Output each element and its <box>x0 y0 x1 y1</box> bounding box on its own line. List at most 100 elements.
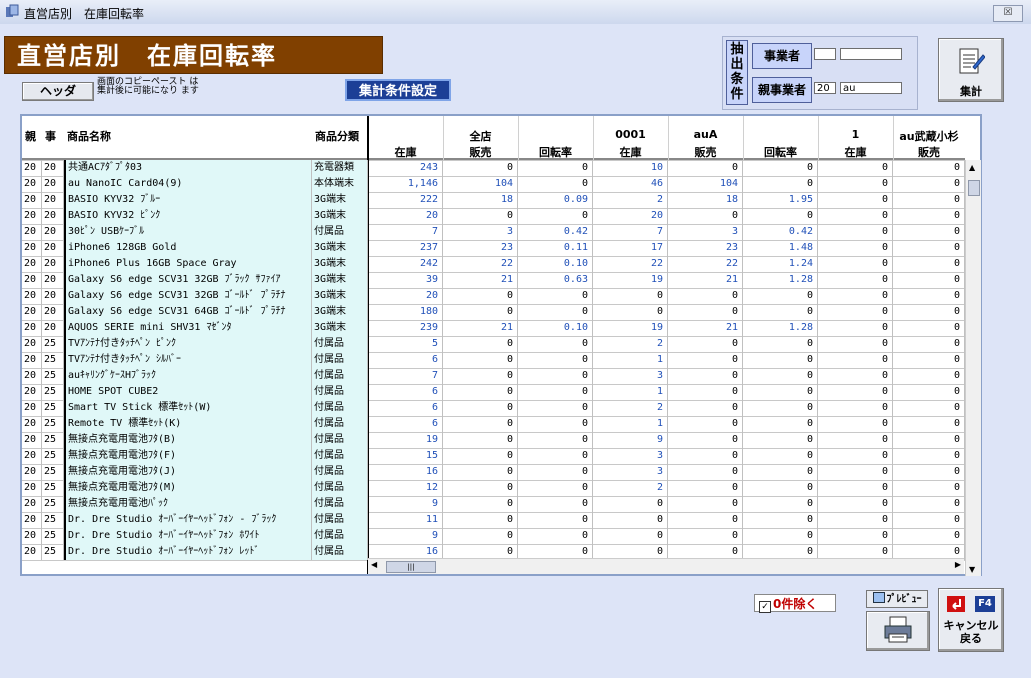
scroll-left-icon[interactable]: ◀ <box>371 560 377 569</box>
column-header[interactable]: 販売 <box>668 144 743 160</box>
window-title: 直営店別 在庫回転率 <box>24 7 145 21</box>
table-cell: 20 <box>42 208 64 224</box>
column-header[interactable]: 親 <box>25 128 42 144</box>
scroll-up-icon[interactable]: ▲ <box>969 163 975 172</box>
table-row[interactable]: 20 20 共通ACｱﾀﾞﾌﾟﾀ03 充電器類 243 0 0 10 0 0 0 0 <box>22 160 965 176</box>
table-cell: 3G端末 <box>312 320 368 336</box>
table-row[interactable]: 20 25 無接点充電用電池ﾊﾟｯｸ 付属品 9 0 0 0 0 0 0 0 <box>22 496 965 512</box>
table-cell: 20 <box>22 368 42 384</box>
table-row[interactable]: 20 25 無接点充電用電池ﾌﾀ(B) 付属品 19 0 0 9 0 0 0 0 <box>22 432 965 448</box>
table-cell: 0 <box>443 352 518 368</box>
column-header[interactable]: 在庫 <box>818 144 893 160</box>
column-header[interactable]: 在庫 <box>593 144 668 160</box>
column-header[interactable]: 販売 <box>893 144 965 160</box>
table-cell: 0 <box>818 480 893 496</box>
table-row[interactable]: 20 25 Dr. Dre Studio ｵｰﾊﾞｰｲﾔｰﾍｯﾄﾞﾌｫﾝ - ﾌﾞﾗ… <box>22 512 965 528</box>
exclude-zero-checkbox[interactable]: ✓ 0件除く <box>754 594 836 613</box>
column-header[interactable]: 在庫 <box>368 144 443 160</box>
column-header[interactable]: 商品分類 <box>315 128 368 144</box>
table-row[interactable]: 20 20 BASIO KYV32 ﾌﾞﾙｰ 3G端末 222 18 0.09 2 18 1.95… <box>22 192 965 208</box>
table-row[interactable]: 20 25 無接点充電用電池ﾌﾀ(F) 付属品 15 0 0 3 0 0 0 0 <box>22 448 965 464</box>
printer-icon <box>884 616 912 643</box>
table-cell: 0 <box>443 208 518 224</box>
table-cell: 20 <box>42 320 64 336</box>
table-cell: 237 <box>368 240 443 256</box>
hscroll-thumb[interactable]: ||| <box>386 561 436 573</box>
table-cell: 0 <box>818 432 893 448</box>
results-grid[interactable]: 親事商品名称 商品分類 在庫 全店 販売 回転率 0001 在庫 auA 販売 回転率 1 在庫 au武蔵… <box>20 114 982 576</box>
table-cell: 0 <box>443 480 518 496</box>
table-row[interactable]: 20 25 無接点充電用電池ﾌﾀ(M) 付属品 12 0 0 2 0 0 0 0 <box>22 480 965 496</box>
table-cell: 0 <box>518 496 593 512</box>
table-row[interactable]: 20 20 BASIO KYV32 ﾋﾟﾝｸ 3G端末 20 0 0 20 0 0 0 0 <box>22 208 965 224</box>
table-row[interactable]: 20 20 Galaxy S6 edge SCV31 32GB ｺﾞｰﾙﾄﾞ ﾌﾟﾗ… <box>22 288 965 304</box>
condition-settings-button[interactable]: 集計条件設定 <box>345 79 451 101</box>
table-cell: 0.42 <box>518 224 593 240</box>
column-header[interactable]: 販売 <box>443 144 518 160</box>
table-cell: 0 <box>668 304 743 320</box>
table-row[interactable]: 20 20 iPhone6 Plus 16GB Space Gray 3G端末 242 2… <box>22 256 965 272</box>
horizontal-scrollbar[interactable]: ◀ ||| ▶ <box>368 558 964 574</box>
close-button[interactable]: ☒ <box>993 5 1023 22</box>
table-cell: 付属品 <box>312 464 368 480</box>
preview-button[interactable]: ﾌﾟﾚﾋﾞｭｰ <box>866 590 928 608</box>
title-bar: 直営店別 在庫回転率 ☒ <box>0 0 1031 25</box>
table-cell: 10 <box>593 160 668 176</box>
table-row[interactable]: 20 20 iPhone6 128GB Gold 3G端末 237 23 0.11 17 23 1… <box>22 240 965 256</box>
table-cell: 6 <box>368 416 443 432</box>
table-cell: 20 <box>593 208 668 224</box>
table-row[interactable]: 20 25 TVｱﾝﾃﾅ付きﾀｯﾁﾍﾟﾝ ﾋﾟﾝｸ 付属品 5 0 0 2 0 0 0 0 <box>22 336 965 352</box>
table-cell: iPhone6 Plus 16GB Space Gray <box>64 256 312 272</box>
table-cell: 25 <box>42 512 64 528</box>
parent-code-field[interactable]: 20 <box>814 82 836 94</box>
scroll-thumb[interactable] <box>968 180 980 196</box>
cancel-button[interactable]: F4 キャンセル 戻る <box>938 588 1004 652</box>
table-cell: 22 <box>668 256 743 272</box>
preview-label: ﾌﾟﾚﾋﾞｭｰ <box>886 594 922 605</box>
table-cell: 0 <box>743 464 818 480</box>
table-row[interactable]: 20 25 Remote TV 標準ｾｯﾄ(K) 付属品 6 0 0 1 0 0 0 0 <box>22 416 965 432</box>
table-cell: 0 <box>818 352 893 368</box>
table-cell: 15 <box>368 448 443 464</box>
header-button[interactable]: ヘッダ <box>22 82 94 101</box>
column-header[interactable]: 事 <box>45 128 64 144</box>
table-cell: 7 <box>368 224 443 240</box>
parent-name-field[interactable]: au <box>840 82 902 94</box>
table-row[interactable]: 20 25 Dr. Dre Studio ｵｰﾊﾞｰｲﾔｰﾍｯﾄﾞﾌｫﾝ ﾎﾜｲﾄ付… <box>22 528 965 544</box>
header-note: 画面のコピーペースト は集計後に可能になり ます <box>97 77 199 96</box>
business-name-field[interactable] <box>840 48 902 60</box>
table-row[interactable]: 20 20 Galaxy S6 edge SCV31 32GB ﾌﾞﾗｯｸ ｻﾌｧｲ… <box>22 272 965 288</box>
document-icon <box>959 48 985 74</box>
table-cell: 0 <box>593 496 668 512</box>
business-code-field[interactable] <box>814 48 836 60</box>
table-cell: 1 <box>593 416 668 432</box>
table-cell: 0 <box>443 528 518 544</box>
table-row[interactable]: 20 25 無接点充電用電池ﾌﾀ(J) 付属品 16 0 0 3 0 0 0 0 <box>22 464 965 480</box>
table-cell: 3 <box>593 448 668 464</box>
vertical-scrollbar[interactable]: ▲ ▼ <box>965 160 981 576</box>
table-row[interactable]: 20 20 au NanoIC Card04(9) 本体端末 1,146 104 0 46 10… <box>22 176 965 192</box>
table-row[interactable]: 20 20 Galaxy S6 edge SCV31 64GB ｺﾞｰﾙﾄﾞ ﾌﾟﾗ… <box>22 304 965 320</box>
scroll-right-icon[interactable]: ▶ <box>955 560 961 569</box>
table-cell: 本体端末 <box>312 176 368 192</box>
table-row[interactable]: 20 25 Smart TV Stick 標準ｾｯﾄ(W) 付属品 6 0 0 2 0 0 0 0 <box>22 400 965 416</box>
table-cell: 0 <box>893 176 965 192</box>
table-row[interactable]: 20 20 AQUOS SERIE mini SHV31 ﾏｾﾞﾝﾀ 3G端末 239 2… <box>22 320 965 336</box>
column-header[interactable]: 回転率 <box>518 144 593 160</box>
table-cell: 0 <box>893 256 965 272</box>
column-header[interactable]: 商品名称 <box>67 128 312 144</box>
table-row[interactable]: 20 25 HOME SPOT CUBE2 付属品 6 0 0 1 0 0 0 0 <box>22 384 965 400</box>
table-cell: 0 <box>668 528 743 544</box>
table-row[interactable]: 20 25 TVｱﾝﾃﾅ付きﾀｯﾁﾍﾟﾝ ｼﾙﾊﾞｰ 付属品 6 0 0 1 0 0 0 0 <box>22 352 965 368</box>
column-header[interactable]: 回転率 <box>743 144 818 160</box>
page-title: 直営店別 在庫回転率 <box>4 36 383 74</box>
print-button[interactable] <box>866 611 930 651</box>
table-cell: au NanoIC Card04(9) <box>64 176 312 192</box>
table-cell: 20 <box>22 304 42 320</box>
table-cell: 1,146 <box>368 176 443 192</box>
aggregate-button[interactable]: 集計 <box>938 38 1004 102</box>
table-cell: 0 <box>443 384 518 400</box>
scroll-down-icon[interactable]: ▼ <box>969 565 975 574</box>
table-row[interactable]: 20 20 30ﾋﾟﾝ USBｹｰﾌﾞﾙ 付属品 7 3 0.42 7 3 0.42 0 0 <box>22 224 965 240</box>
table-row[interactable]: 20 25 auｷｬﾘﾝｸﾞｹｰｽHﾌﾞﾗｯｸ 付属品 7 0 0 3 0 0 0 0 <box>22 368 965 384</box>
